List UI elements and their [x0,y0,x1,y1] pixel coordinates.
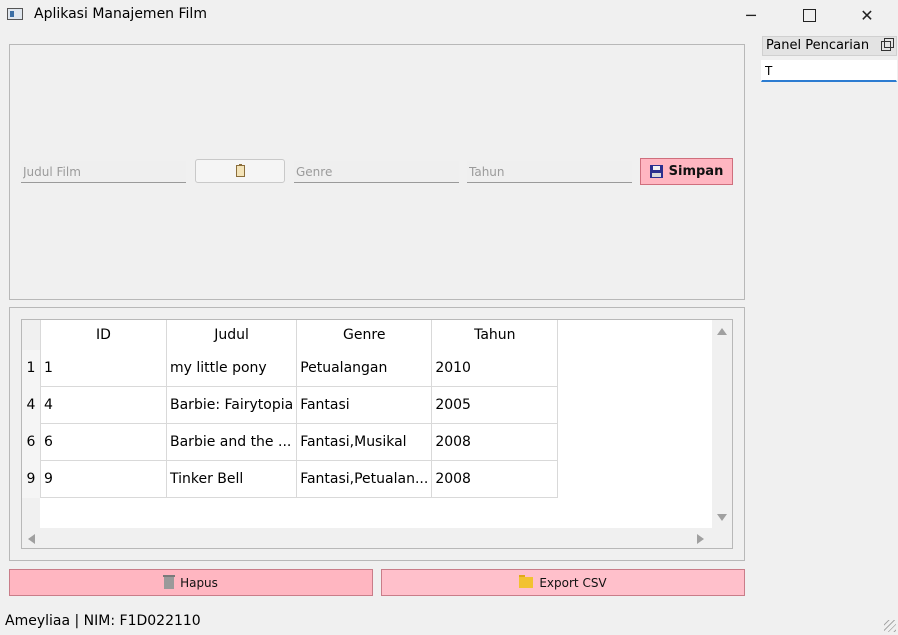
delete-button[interactable]: Hapus [9,569,373,596]
genre-input[interactable] [294,161,459,183]
scroll-down-icon[interactable] [717,514,727,521]
row-header[interactable]: 1 [22,350,41,387]
float-icon[interactable] [881,38,894,51]
search-input[interactable] [761,60,897,82]
maximize-button[interactable] [780,0,838,30]
window-title: Aplikasi Manajemen Film [34,6,207,22]
search-panel-title-bar[interactable]: Panel Pencarian [762,36,897,56]
maximize-icon [802,8,816,22]
row-header[interactable]: 9 [22,460,41,498]
column-header-tahun[interactable]: Tahun [431,320,559,350]
floppy-icon [649,165,663,178]
table-row[interactable]: 1 1 my little pony Petualangan 2010 [22,350,559,387]
cell-genre[interactable]: Fantasi,Musikal [296,423,433,461]
column-header-judul[interactable]: Judul [166,320,298,350]
folder-icon [519,575,534,588]
judul-film-input[interactable] [21,161,186,183]
resize-grip[interactable] [884,620,896,632]
cell-id[interactable]: 1 [40,350,167,387]
trash-icon [163,574,176,589]
app-icon [7,8,23,20]
cell-judul[interactable]: Barbie: Fairytopia [166,386,298,424]
table-row[interactable]: 6 6 Barbie and the ... Fantasi,Musikal 2… [22,423,559,461]
table-viewport: ID Judul Genre Tahun 1 1 my little pony … [22,320,712,528]
status-bar: Ameyliaa | NIM: F1D022110 [5,613,201,629]
cell-judul[interactable]: Tinker Bell [166,460,298,498]
close-icon: ✕ [860,5,874,25]
cell-id[interactable]: 4 [40,386,167,424]
minimize-button[interactable]: ─ [722,0,780,30]
cell-judul[interactable]: my little pony [166,350,298,387]
tahun-input[interactable] [467,161,632,183]
cell-id[interactable]: 9 [40,460,167,498]
export-button-label: Export CSV [539,575,607,590]
cell-genre[interactable]: Fantasi,Petualan... [296,460,433,498]
vertical-scrollbar[interactable] [712,320,732,528]
cell-judul[interactable]: Barbie and the ... [166,423,298,461]
scroll-up-icon[interactable] [717,328,727,335]
column-header-genre[interactable]: Genre [296,320,433,350]
save-button-label: Simpan [668,164,724,179]
table-row[interactable]: 4 4 Barbie: Fairytopia Fantasi 2005 [22,386,559,424]
title-bar: Aplikasi Manajemen Film ─ ✕ [0,0,898,30]
cell-tahun[interactable]: 2005 [431,386,559,424]
clipboard-icon [235,164,245,177]
table-corner-button[interactable] [22,320,41,350]
minimize-icon: ─ [746,5,756,25]
table-row[interactable]: 9 9 Tinker Bell Fantasi,Petualan... 2008 [22,460,559,498]
scroll-right-icon[interactable] [697,534,704,544]
film-table[interactable]: ID Judul Genre Tahun 1 1 my little pony … [21,319,733,549]
save-button[interactable]: Simpan [640,158,733,185]
cell-tahun[interactable]: 2010 [431,350,559,387]
scroll-left-icon[interactable] [28,534,35,544]
cell-genre[interactable]: Petualangan [296,350,433,387]
row-header[interactable]: 4 [22,386,41,424]
column-header-id[interactable]: ID [40,320,167,350]
cell-tahun[interactable]: 2008 [431,460,559,498]
close-button[interactable]: ✕ [838,0,896,30]
export-csv-button[interactable]: Export CSV [381,569,745,596]
cell-tahun[interactable]: 2008 [431,423,559,461]
search-panel-title: Panel Pencarian [766,38,870,53]
horizontal-scrollbar[interactable] [22,528,712,548]
clipboard-button[interactable] [195,159,285,183]
cell-id[interactable]: 6 [40,423,167,461]
row-header-empty-area [22,498,40,528]
row-header[interactable]: 6 [22,423,41,461]
film-table-grid: ID Judul Genre Tahun 1 1 my little pony … [22,320,559,498]
delete-button-label: Hapus [180,575,218,590]
cell-genre[interactable]: Fantasi [296,386,433,424]
